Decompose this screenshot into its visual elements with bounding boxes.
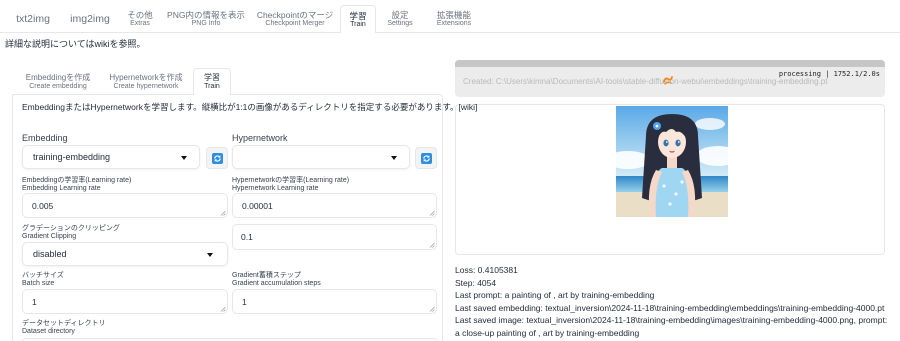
- refresh-hypernetwork-button[interactable]: [415, 147, 437, 169]
- tab-extras[interactable]: その他 Extras: [118, 5, 162, 32]
- resize-handle-icon[interactable]: [220, 210, 226, 216]
- tab-label: その他: [127, 9, 153, 20]
- hypernetwork-lr-label-en: Hypernetwork Learning rate: [232, 185, 319, 192]
- embedding-dropdown-value: training-embedding: [33, 152, 111, 162]
- tab-sublabel: Extensions: [436, 19, 472, 27]
- gradient-clip-value-input[interactable]: 0.1: [232, 224, 437, 250]
- resize-handle-icon[interactable]: [429, 306, 435, 312]
- tab-sublabel: PNG Info: [191, 19, 221, 27]
- progress-status: processing | 1752.1/2.0s: [778, 70, 880, 78]
- tab-label: PNG内の情報を表示: [167, 9, 245, 20]
- subtab-train[interactable]: 学習 Train: [193, 68, 231, 95]
- tab-png-info[interactable]: PNG内の情報を表示 PNG Info: [166, 5, 246, 32]
- gradient-clip-value-field: 0.1: [232, 224, 437, 250]
- description-text: EmbeddingまたはHypernetworkを学習します。縦横比が1:1の画…: [22, 102, 459, 112]
- tab-label: Checkpointのマージ: [256, 9, 334, 20]
- batch-size-label: バッチサイズ Batch size: [22, 272, 64, 288]
- hypernetwork-lr-field: 0.00001: [232, 193, 437, 218]
- last-prompt-text: Last prompt: a painting of , art by trai…: [455, 290, 655, 301]
- tab-img2img[interactable]: img2img: [64, 5, 116, 32]
- batch-size-label-ja: バッチサイズ: [22, 272, 64, 279]
- gradient-clipping-label-en: Gradient Clipping: [22, 233, 77, 240]
- subtab-label: Hypernetworkを作成: [109, 73, 183, 82]
- tab-label: 学習: [349, 10, 367, 21]
- tab-sublabel: Extras: [130, 19, 150, 27]
- tab-train[interactable]: 学習 Train: [340, 5, 376, 33]
- subtab-create-hypernetwork[interactable]: Hypernetworkを作成 Create hypernetwork: [102, 70, 190, 94]
- resize-handle-icon[interactable]: [429, 210, 435, 216]
- chevron-down-icon: [181, 156, 187, 160]
- subtab-sublabel: Create hypernetwork: [113, 83, 179, 90]
- wiki-notice: 詳細な説明についてはwikiを参照。: [5, 39, 146, 49]
- resize-handle-icon[interactable]: [429, 242, 435, 248]
- grad-accum-label-ja: Gradient蓄積ステップ: [232, 272, 301, 279]
- batch-size-input[interactable]: 1: [22, 289, 228, 314]
- subtab-label: 学習: [204, 73, 220, 82]
- progress-bar: [455, 60, 885, 67]
- tab-checkpoint-merger[interactable]: Checkpointのマージ Checkpoint Merger: [252, 5, 338, 32]
- tab-txt2img[interactable]: txt2img: [4, 5, 62, 32]
- hypernetwork-dropdown[interactable]: [232, 145, 410, 169]
- gradient-clipping-value: disabled: [33, 249, 67, 259]
- refresh-icon: [211, 152, 223, 164]
- train-description: EmbeddingまたはHypernetworkを学習します。縦横比が1:1の画…: [22, 102, 477, 113]
- progress-area: Created: C:\Users\kimna\Documents\AI-too…: [455, 60, 885, 97]
- hypernetwork-lr-label-ja: Hypernetworkの学習率(Learning rate): [232, 177, 350, 184]
- subtab-sublabel: Create embedding: [29, 83, 87, 90]
- embedding-lr-label-ja: Embeddingの学習率(Learning rate): [22, 177, 132, 184]
- dataset-dir-label-en: Dataset directory: [22, 328, 75, 335]
- gradient-clipping-label-ja: グラデーションのクリッピング: [22, 225, 120, 232]
- tab-label: txt2img: [16, 12, 50, 25]
- embedding-label: Embedding: [22, 133, 68, 143]
- main-tab-bar: txt2img img2img その他 Extras PNG内の情報を表示 PN…: [0, 0, 900, 33]
- tab-extensions[interactable]: 拡張機能 Extensions: [426, 5, 482, 32]
- grad-accum-field: 1: [232, 289, 437, 314]
- wiki-link[interactable]: [wiki]: [458, 102, 477, 112]
- grad-accum-label-en: Gradient accumulation steps: [232, 280, 321, 287]
- output-gallery: [455, 104, 885, 255]
- embedding-lr-field: 0.005: [22, 193, 228, 218]
- tab-label: img2img: [70, 12, 110, 25]
- embedding-lr-label: Embeddingの学習率(Learning rate) Embedding L…: [22, 177, 131, 193]
- resize-handle-icon[interactable]: [220, 306, 226, 312]
- chevron-down-icon: [207, 253, 213, 257]
- batch-size-label-en: Batch size: [22, 280, 55, 287]
- gradient-clipping-label: グラデーションのクリッピング Gradient Clipping: [22, 225, 120, 241]
- hypernetwork-lr-input[interactable]: 0.00001: [232, 193, 437, 218]
- batch-size-field: 1: [22, 289, 228, 314]
- last-saved-embedding-text: Last saved embedding: textual_inversion\…: [455, 302, 885, 313]
- subtab-sublabel: Train: [204, 83, 220, 90]
- refresh-embedding-button[interactable]: [206, 147, 228, 169]
- grad-accum-label: Gradient蓄積ステップ Gradient accumulation ste…: [232, 272, 321, 288]
- dataset-dir-label-ja: データセットディレクトリ: [22, 320, 106, 327]
- loading-icon: [663, 76, 673, 85]
- tab-label: 設定: [391, 9, 409, 20]
- refresh-icon: [420, 152, 432, 164]
- last-saved-image-text: Last saved image: textual_inversion\2024…: [455, 315, 888, 338]
- embedding-lr-label-en: Embedding Learning rate: [22, 185, 101, 192]
- subtab-label: Embeddingを作成: [25, 73, 91, 82]
- grad-accum-input[interactable]: 1: [232, 289, 437, 314]
- tab-settings[interactable]: 設定 Settings: [382, 5, 418, 32]
- step-text: Step: 4054: [455, 277, 497, 288]
- tab-sublabel: Checkpoint Merger: [265, 19, 325, 27]
- tab-sublabel: Settings: [387, 19, 413, 27]
- subtab-create-embedding[interactable]: Embeddingを作成 Create embedding: [20, 70, 96, 94]
- dataset-dir-label: データセットディレクトリ Dataset directory: [22, 320, 106, 336]
- preview-image[interactable]: [616, 106, 728, 217]
- hypernetwork-label: Hypernetwork: [232, 133, 288, 143]
- hypernetwork-lr-label: Hypernetworkの学習率(Learning rate) Hypernet…: [232, 177, 349, 193]
- chevron-down-icon: [391, 156, 397, 160]
- tab-label: 拡張機能: [436, 9, 471, 20]
- gradient-clipping-dropdown[interactable]: disabled: [22, 242, 228, 266]
- tab-sublabel: Train: [350, 20, 366, 28]
- embedding-dropdown[interactable]: training-embedding: [22, 145, 200, 169]
- training-results: Loss: 0.4105381 Step: 4054 Last prompt: …: [455, 264, 891, 340]
- embedding-lr-input[interactable]: 0.005: [22, 193, 228, 218]
- loss-text: Loss: 0.4105381: [455, 265, 518, 275]
